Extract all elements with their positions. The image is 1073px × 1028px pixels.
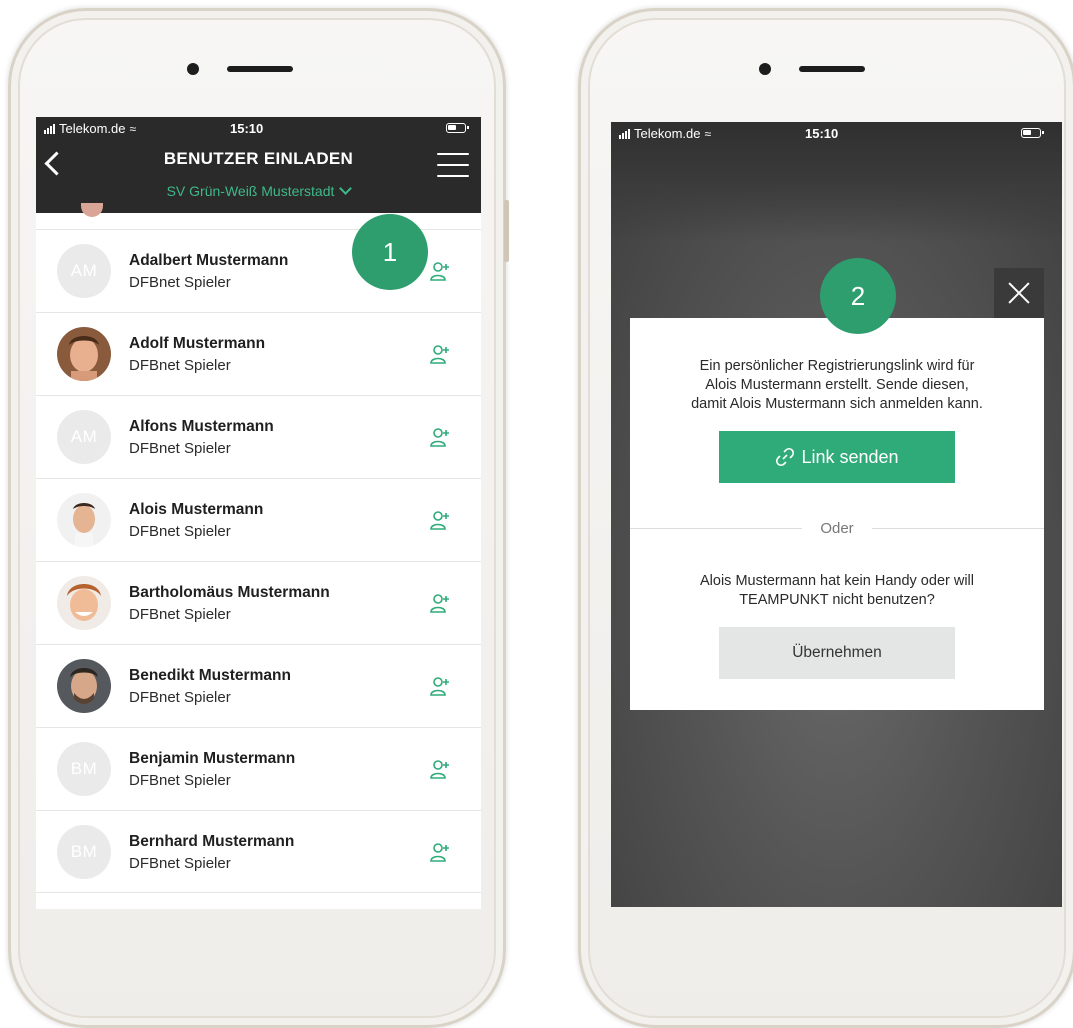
step-badge-2: 2: [820, 258, 896, 334]
send-link-label: Link senden: [801, 446, 899, 467]
user-role: DFBnet Spieler: [129, 274, 231, 291]
take-over-button[interactable]: Übernehmen: [719, 627, 955, 679]
menu-icon[interactable]: [437, 153, 469, 177]
add-user-icon[interactable]: [430, 676, 452, 696]
carrier: Telekom.de ≈: [619, 126, 711, 141]
list-item[interactable]: Benedikt Mustermann DFBnet Spieler: [36, 644, 481, 727]
status-time: 15:10: [230, 121, 264, 136]
user-name: Alfons Mustermann: [129, 418, 274, 435]
avatar: [57, 659, 111, 713]
signal-icon: [619, 128, 630, 139]
close-icon[interactable]: [994, 268, 1044, 318]
battery-icon: [1021, 128, 1044, 138]
user-role: DFBnet Spieler: [129, 606, 231, 623]
user-role: DFBnet Spieler: [129, 523, 231, 540]
list-item[interactable]: Bartholomäus Mustermann DFBnet Spieler: [36, 561, 481, 644]
carrier: Telekom.de ≈: [44, 121, 136, 136]
status-bar: Telekom.de ≈ 15:10: [36, 117, 481, 141]
user-name: Benjamin Mustermann: [129, 750, 296, 767]
speaker-grille: [799, 66, 865, 72]
add-user-icon[interactable]: [430, 510, 452, 530]
dialog-text-line: Alois Mustermann hat kein Handy oder wil…: [699, 573, 974, 589]
user-role: DFBnet Spieler: [129, 855, 231, 872]
user-name: Benedikt Mustermann: [129, 667, 291, 684]
wifi-icon: ≈: [129, 121, 137, 136]
avatar: [57, 493, 111, 547]
avatar: AM: [57, 410, 111, 464]
add-user-icon[interactable]: [430, 261, 452, 281]
club-name: SV Grün-Weiß Musterstadt: [166, 183, 335, 199]
club-selector[interactable]: SV Grün-Weiß Musterstadt: [36, 182, 481, 199]
user-name: Bernhard Mustermann: [129, 833, 295, 850]
wifi-icon: ≈: [704, 126, 712, 141]
battery-icon: [446, 123, 469, 133]
user-role: DFBnet Spieler: [129, 440, 231, 457]
send-link-button[interactable]: Link senden: [719, 431, 955, 483]
carrier-label: Telekom.de: [634, 126, 701, 141]
user-name: Adolf Mustermann: [129, 335, 266, 352]
camera-dot: [759, 63, 771, 75]
status-bar: Telekom.de ≈ 15:10: [611, 122, 1062, 146]
user-role: DFBnet Spieler: [129, 772, 231, 789]
avatar: [81, 203, 103, 217]
add-user-icon[interactable]: [430, 842, 452, 862]
user-name: Adalbert Mustermann: [129, 252, 289, 269]
page-title: BENUTZER EINLADEN: [163, 149, 354, 168]
chevron-down-icon: [339, 182, 353, 195]
signal-icon: [44, 123, 55, 134]
dialog-text-line: Ein persönlicher Registrierungslink wird…: [699, 358, 975, 374]
avatar: [57, 327, 111, 381]
list-item[interactable]: Alois Mustermann DFBnet Spieler: [36, 478, 481, 561]
divider-label: Oder: [820, 520, 854, 537]
camera-dot: [187, 63, 199, 75]
user-name: Alois Mustermann: [129, 501, 264, 518]
list-item[interactable]: Adolf Mustermann DFBnet Spieler: [36, 312, 481, 395]
user-name: Bartholomäus Mustermann: [129, 584, 330, 601]
list-item[interactable]: BM Benjamin Mustermann DFBnet Spieler: [36, 727, 481, 810]
invite-dialog: Ein persönlicher Registrierungslink wird…: [630, 318, 1044, 710]
status-time: 15:10: [805, 126, 839, 141]
dialog-text-line: damit Alois Mustermann sich anmelden kan…: [691, 396, 983, 412]
app-header: Telekom.de ≈ 15:10 BENUTZER EINLADEN SV …: [36, 117, 481, 213]
user-role: DFBnet Spieler: [129, 689, 231, 706]
speaker-grille: [227, 66, 293, 72]
avatar: AM: [57, 244, 111, 298]
step-badge-1: 1: [352, 214, 428, 290]
dialog-text-line: TEAMPUNKT nicht benutzen?: [739, 592, 935, 608]
dialog-text-line: Alois Mustermann erstellt. Sende diesen,: [705, 377, 969, 393]
carrier-label: Telekom.de: [59, 121, 126, 136]
add-user-icon[interactable]: [430, 759, 452, 779]
link-icon: [776, 447, 795, 467]
list-item[interactable]: AM Alfons Mustermann DFBnet Spieler: [36, 395, 481, 478]
avatar: BM: [57, 742, 111, 796]
avatar: [57, 576, 111, 630]
user-list: AM Adalbert Mustermann DFBnet Spieler Ad…: [36, 229, 481, 893]
add-user-icon[interactable]: [430, 427, 452, 447]
avatar: BM: [57, 825, 111, 879]
user-role: DFBnet Spieler: [129, 357, 231, 374]
list-item[interactable]: BM Bernhard Mustermann DFBnet Spieler: [36, 810, 481, 893]
add-user-icon[interactable]: [430, 593, 452, 613]
add-user-icon[interactable]: [430, 344, 452, 364]
side-button: [504, 200, 509, 262]
